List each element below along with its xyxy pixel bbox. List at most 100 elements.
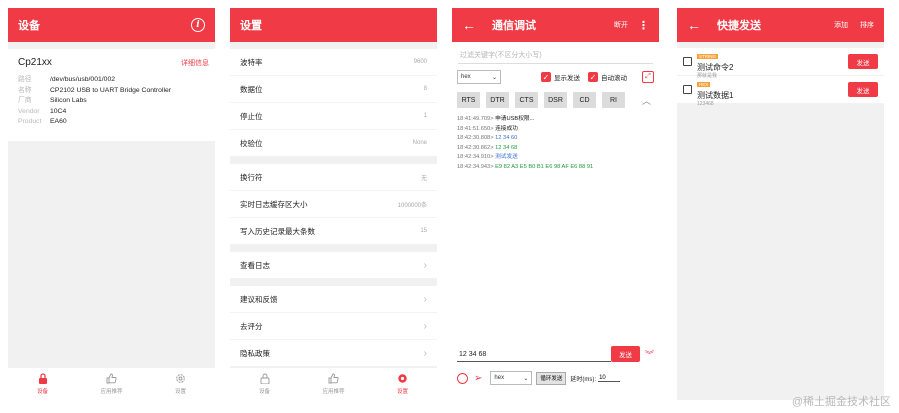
back-arrow-icon[interactable]: ← <box>687 17 701 33</box>
device-field-path: 路径/dev/bus/usb/001/002 <box>18 76 115 83</box>
more-vertical-icon[interactable]: ⋮ <box>638 19 649 32</box>
log-line: 18:42:30.862> 12 34 68 <box>457 144 518 151</box>
setting-privacy[interactable]: 隐私政策 › <box>230 340 437 367</box>
thumbs-up-icon <box>328 373 340 384</box>
thumbs-up-icon <box>106 373 118 384</box>
setting-view-log[interactable]: 查看日志 › <box>230 252 437 279</box>
device-details-link[interactable]: 详细信息 <box>181 58 209 68</box>
chevron-down-icon: ⌄ <box>491 74 497 81</box>
item-checkbox[interactable] <box>683 85 692 94</box>
back-arrow-icon[interactable]: ← <box>462 17 476 33</box>
setting-log-buffer[interactable]: 实时日志缓存区大小 1000000条 <box>230 191 437 218</box>
gear-icon <box>175 373 187 384</box>
send-button[interactable]: 发送 <box>610 346 640 362</box>
quick-send-list: STRING 测试命令2 那就是我 发送 HEX 测试数据1 123468 发送 <box>677 48 884 107</box>
chevron-right-icon: › <box>423 259 427 271</box>
info-icon[interactable]: i <box>191 18 205 32</box>
disconnect-button[interactable]: 断开 <box>614 20 628 30</box>
list-item[interactable]: HEX 测试数据1 123468 发送 <box>677 76 884 107</box>
nav-device[interactable]: 设备 <box>230 368 299 400</box>
log-line: 18:42:30.808> 12 34 60 <box>457 135 518 142</box>
settings-header-title: 设置 <box>240 20 262 32</box>
auto-scroll-checkbox[interactable]: ✓ <box>588 72 598 82</box>
bottom-nav: 设备 应用推荐 设置 <box>230 368 437 400</box>
clock-icon[interactable] <box>457 372 468 384</box>
comm-header-title: 通信调试 <box>492 20 536 32</box>
nav-recommend[interactable]: 应用推荐 <box>299 368 368 400</box>
comm-body: 过滤关键字(不区分大小写) hex ⌄ ✓ 显示发送 ✓ 自动滚动 ⤢ RTS D… <box>452 42 659 400</box>
send-input[interactable]: 12 34 68 <box>457 346 611 362</box>
display-controls: hex ⌄ ✓ 显示发送 ✓ 自动滚动 ⤢ <box>452 66 659 88</box>
settings-group-about: 建议和反馈 › 去评分 › 隐私政策 › <box>230 286 437 367</box>
filter-input[interactable]: 过滤关键字(不区分大小写) <box>458 42 653 64</box>
nav-settings[interactable]: 设置 <box>146 368 215 400</box>
delay-input[interactable]: 10 <box>598 375 621 382</box>
chevron-right-icon: › <box>423 347 427 359</box>
comm-debug-screen: ← 通信调试 断开 ⋮ 过滤关键字(不区分大小写) hex ⌄ ✓ 显示发送 ✓ … <box>452 8 659 400</box>
gear-icon <box>397 373 409 384</box>
send-format-select[interactable]: hex ⌄ <box>490 371 533 385</box>
device-field-name: 名称 CP2102 USB to UART Bridge Controller <box>18 86 172 94</box>
setting-history-max[interactable]: 写入历史记录最大条数 15 <box>230 218 437 245</box>
quick-send-screen: ← 快捷发送 添加 排序 STRING 测试命令2 那就是我 发送 HEX 测试… <box>677 8 884 400</box>
device-header: 设备 i <box>8 8 215 42</box>
setting-rate[interactable]: 去评分 › <box>230 313 437 340</box>
signal-dsr-button[interactable]: DSR <box>544 92 567 108</box>
type-badge: STRING <box>697 53 719 59</box>
item-send-button[interactable]: 发送 <box>848 54 878 69</box>
setting-newline[interactable]: 换行符无 <box>230 164 437 191</box>
sort-button[interactable]: 排序 <box>860 20 874 30</box>
chevron-right-icon: › <box>423 293 427 305</box>
log-line: 18:41:49.709> 申请USB权限... <box>457 116 535 122</box>
bottom-nav: 设备 应用推荐 设置 <box>8 368 215 400</box>
signal-dtr-button[interactable]: DTR <box>486 92 509 108</box>
settings-group-log: 换行符无 实时日志缓存区大小 1000000条 写入历史记录最大条数 15 <box>230 164 437 245</box>
type-badge: HEX <box>697 81 711 87</box>
show-send-checkbox[interactable]: ✓ <box>541 72 551 82</box>
item-checkbox[interactable] <box>683 57 692 66</box>
signal-buttons: RTS DTR CTS DSR CD RI ︿ <box>452 88 659 112</box>
send-row: 12 34 68 发送 ︾ <box>457 345 654 363</box>
settings-group-view-log: 查看日志 › <box>230 252 437 279</box>
chevron-down-icon: ⌄ <box>523 375 529 382</box>
signal-cts-button[interactable]: CTS <box>515 92 538 108</box>
device-header-title: 设备 <box>18 20 40 32</box>
fullscreen-icon[interactable]: ⤢ <box>642 71 654 83</box>
nav-settings[interactable]: 设置 <box>368 368 437 400</box>
watermark: @稀土掘金技术社区 <box>791 396 891 408</box>
log-line: 18:42:34.943> E9 82 A3 E5 B0 B1 E6 98 AF… <box>457 163 594 170</box>
item-send-button[interactable]: 发送 <box>848 82 878 97</box>
setting-baud-rate[interactable]: 波特率 9600 <box>230 49 437 76</box>
nav-recommend[interactable]: 应用推荐 <box>77 368 146 400</box>
item-content: 123468 <box>697 100 714 107</box>
send-options-row: ➢ hex ⌄ 循环发送 延时(ms): 10 <box>457 370 654 386</box>
paper-plane-icon[interactable]: ➢ <box>474 373 482 384</box>
signal-cd-button[interactable]: CD <box>573 92 596 108</box>
device-field-product-id: Product EA60 <box>18 118 67 126</box>
setting-stop-bits[interactable]: 停止位 1 <box>230 103 437 130</box>
settings-screen: 设置 波特率 9600 数据位 8 停止位 1 校验位 None 换行符无 实时日志缓存… <box>230 8 437 400</box>
quick-header: ← 快捷发送 添加 排序 <box>677 8 884 42</box>
log-area[interactable]: 18:41:49.709> 申请USB权限... 18:41:51.650> 连… <box>452 112 659 176</box>
setting-parity[interactable]: 校验位 None <box>230 130 437 157</box>
item-name: 测试命令2 <box>697 62 734 72</box>
add-button[interactable]: 添加 <box>834 20 848 30</box>
setting-feedback[interactable]: 建议和反馈 › <box>230 286 437 313</box>
double-chevron-down-icon[interactable]: ︾ <box>645 348 654 361</box>
setting-data-bits[interactable]: 数据位 8 <box>230 76 437 103</box>
lock-icon <box>37 373 49 384</box>
signal-rts-button[interactable]: RTS <box>457 92 480 108</box>
device-card[interactable]: Cp21xx 详细信息 路径/dev/bus/usb/001/002 名称 CP2… <box>8 49 215 141</box>
settings-header: 设置 <box>230 8 437 42</box>
delay-label: 延时(ms): <box>570 376 597 383</box>
item-name: 测试数据1 <box>697 90 734 100</box>
loop-send-button[interactable]: 循环发送 <box>536 371 567 385</box>
nav-device[interactable]: 设备 <box>8 368 77 400</box>
format-select[interactable]: hex ⌄ <box>457 70 501 84</box>
log-line: 18:41:51.650> 连接成功 <box>457 125 518 132</box>
device-field-vendor-name: 厂商 Silicon Labs <box>18 97 87 105</box>
log-line: 18:42:34.910> 测试发送 <box>457 154 518 161</box>
signal-ri-button[interactable]: RI <box>602 92 625 108</box>
chevron-up-icon[interactable]: ︿ <box>642 94 651 107</box>
device-screen: 设备 i Cp21xx 详细信息 路径/dev/bus/usb/001/002 … <box>8 8 215 400</box>
